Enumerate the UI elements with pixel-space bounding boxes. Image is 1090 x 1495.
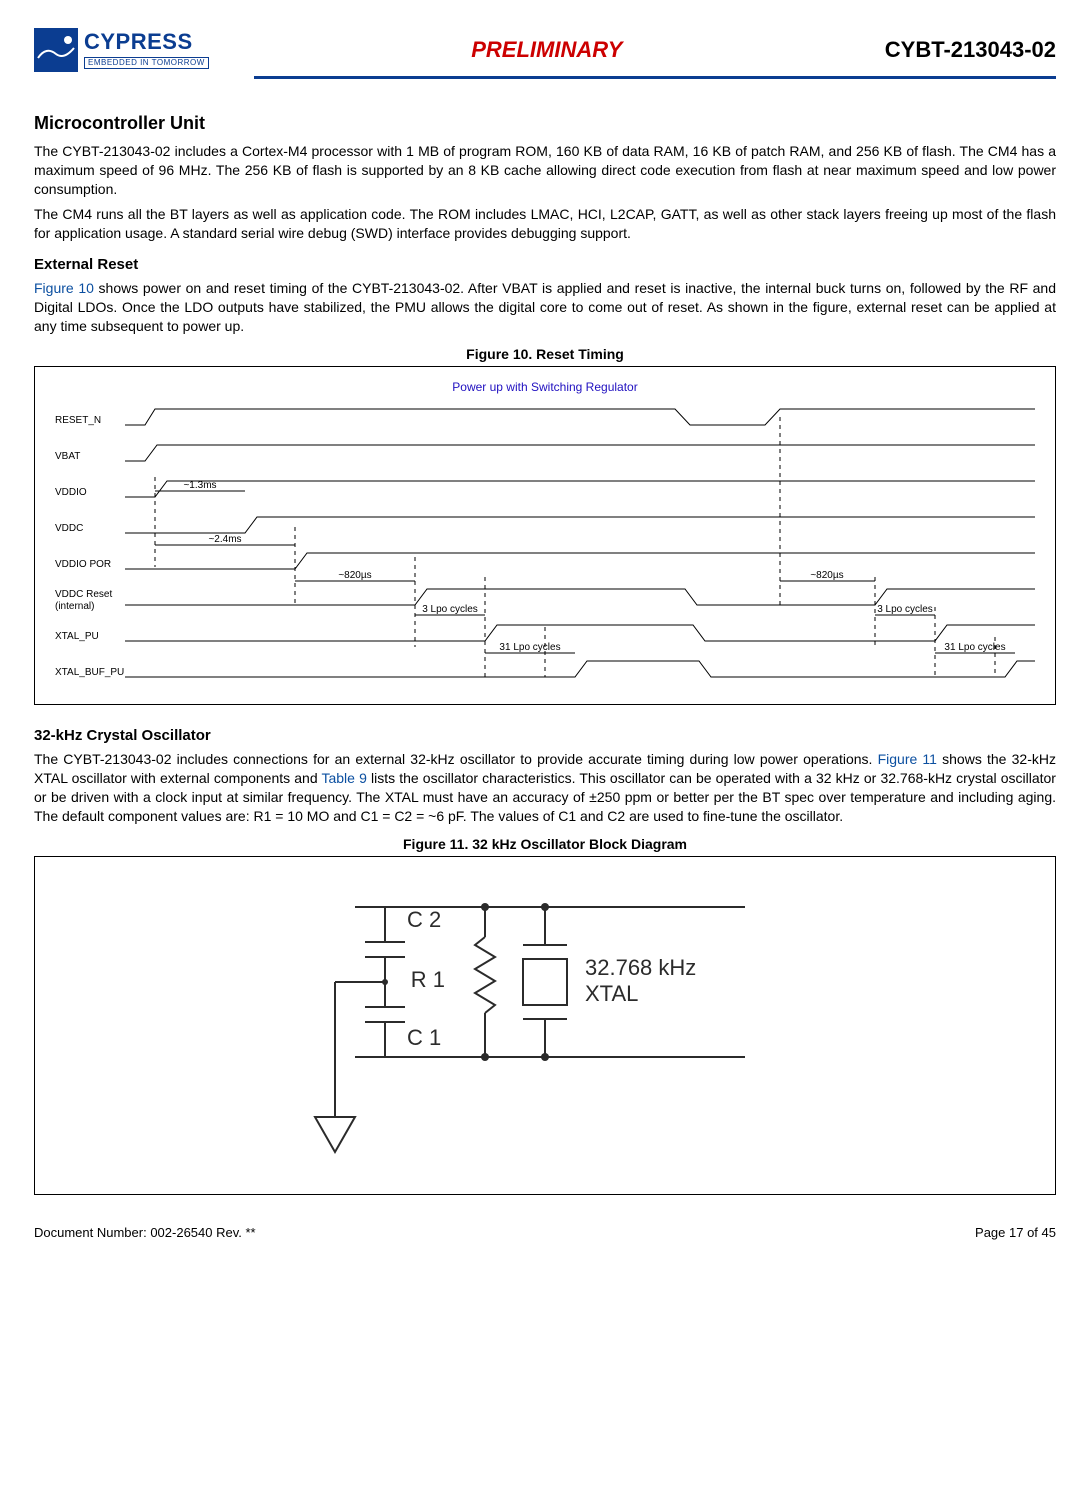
sig-vbat: VBAT <box>55 451 80 462</box>
figure-10-link[interactable]: Figure 10 <box>34 280 94 296</box>
mcu-para-2: The CM4 runs all the BT layers as well a… <box>34 205 1056 243</box>
timing-820us-b: ~820µs <box>810 570 843 581</box>
logo-icon <box>34 28 78 72</box>
oscillator-block-diagram: C 2 C 1 R 1 32.768 kHz XTAL <box>43 867 1047 1177</box>
sig-xtal-pu: XTAL_PU <box>55 631 99 642</box>
external-reset-para: Figure 10 shows power on and reset timin… <box>34 279 1056 336</box>
footer-page-number: Page 17 of 45 <box>975 1225 1056 1240</box>
timing-1-3ms: ~1.3ms <box>183 480 216 491</box>
table-9-link[interactable]: Table 9 <box>321 770 366 786</box>
sig-reset-n: RESET_N <box>55 415 101 426</box>
timing-31lpo-b: 31 Lpo cycles <box>944 642 1005 653</box>
osc-xtal-label-1: 32.768 kHz <box>585 955 696 980</box>
timing-top-note: Power up with Switching Regulator <box>452 380 637 394</box>
external-reset-heading: External Reset <box>34 256 1056 273</box>
mcu-para-1: The CYBT-213043-02 includes a Cortex-M4 … <box>34 142 1056 199</box>
sig-xtal-buf: XTAL_BUF_PU <box>55 667 124 678</box>
timing-2-4ms: ~2.4ms <box>208 534 241 545</box>
osc-r1-label: R 1 <box>411 967 445 992</box>
timing-820us-a: ~820µs <box>338 570 371 581</box>
reset-timing-diagram: Power up with Switching Regulator RESET_… <box>43 377 1047 687</box>
timing-3lpo-a: 3 Lpo cycles <box>422 604 478 615</box>
footer-doc-number: Document Number: 002-26540 Rev. ** <box>34 1225 256 1240</box>
oscillator-para: The CYBT-213043-02 includes connections … <box>34 750 1056 826</box>
osc-xtal-label-2: XTAL <box>585 981 638 1006</box>
sig-vddio: VDDIO <box>55 487 87 498</box>
osc-text-a: The CYBT-213043-02 includes connections … <box>34 751 878 767</box>
sig-vddio-por: VDDIO POR <box>55 559 111 570</box>
osc-c2-label: C 2 <box>407 907 441 932</box>
logo-tagline: EMBEDDED IN TOMORROW <box>84 57 209 69</box>
timing-3lpo-b: 3 Lpo cycles <box>877 604 933 615</box>
header-part-number: CYBT-213043-02 <box>885 37 1056 63</box>
oscillator-heading: 32-kHz Crystal Oscillator <box>34 727 1056 744</box>
figure-11-title: Figure 11. 32 kHz Oscillator Block Diagr… <box>34 836 1056 852</box>
mcu-heading: Microcontroller Unit <box>34 113 1056 134</box>
figure-10-box: Power up with Switching Regulator RESET_… <box>34 366 1056 705</box>
logo: CYPRESS EMBEDDED IN TOMORROW <box>34 28 209 72</box>
sig-vddc: VDDC <box>55 523 83 534</box>
timing-31lpo-a: 31 Lpo cycles <box>499 642 560 653</box>
logo-name: CYPRESS <box>84 31 209 53</box>
osc-c1-label: C 1 <box>407 1025 441 1050</box>
header-preliminary: PRELIMINARY <box>471 37 622 63</box>
figure-10-title: Figure 10. Reset Timing <box>34 346 1056 362</box>
figure-11-link[interactable]: Figure 11 <box>878 751 937 767</box>
external-reset-text: shows power on and reset timing of the C… <box>34 280 1056 334</box>
figure-11-box: C 2 C 1 R 1 32.768 kHz XTAL <box>34 856 1056 1195</box>
sig-vddc-rst: VDDC Reset(internal) <box>55 589 112 612</box>
page-footer: Document Number: 002-26540 Rev. ** Page … <box>34 1225 1056 1240</box>
page-header: CYPRESS EMBEDDED IN TOMORROW PRELIMINARY… <box>34 28 1056 72</box>
header-rule <box>254 76 1056 79</box>
